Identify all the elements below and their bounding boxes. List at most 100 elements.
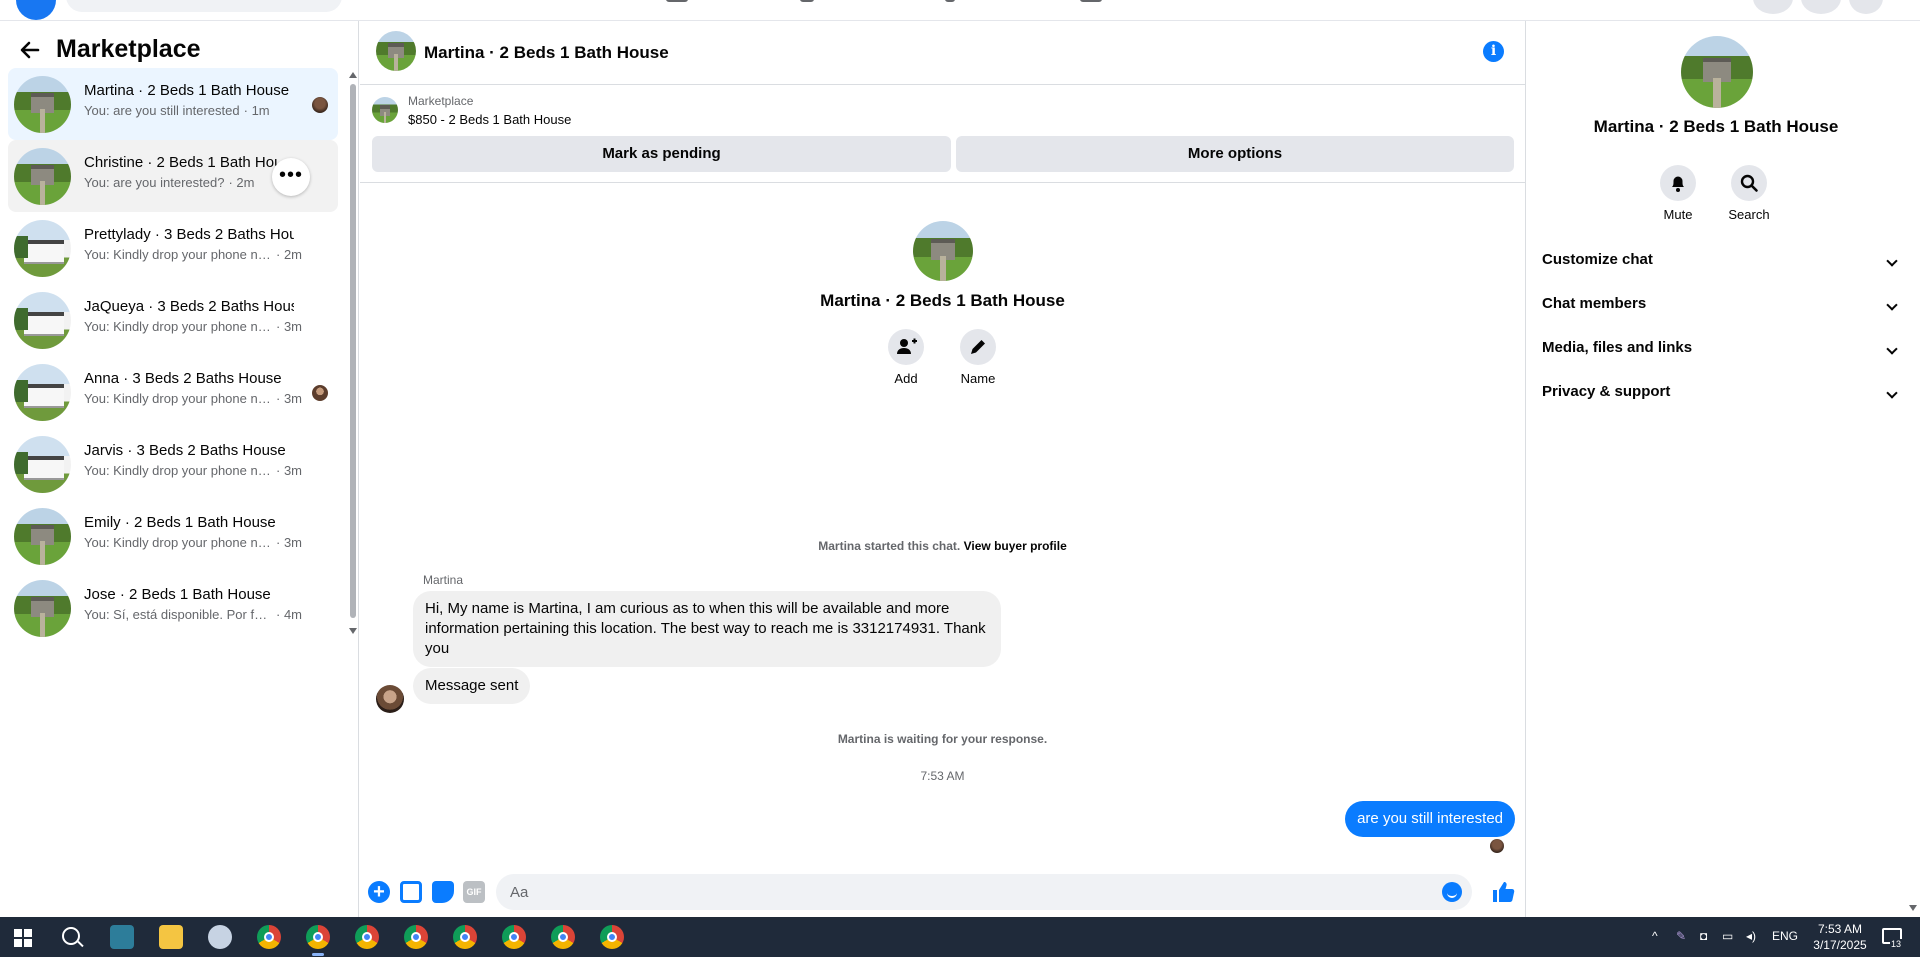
more-options-icon[interactable]: ••• xyxy=(272,158,310,196)
conversation-item[interactable]: Jarvis · 3 Beds 2 Baths House You: Kindl… xyxy=(8,428,338,500)
conversation-preview: You: Kindly drop your phone num... · 3m xyxy=(84,463,302,478)
chrome-icon[interactable] xyxy=(600,925,624,949)
outgoing-message-bubble[interactable]: are you still interested xyxy=(1345,801,1515,837)
conversation-item[interactable]: Prettylady · 3 Beds 2 Baths House You: K… xyxy=(8,212,338,284)
media-files-links-section[interactable]: Media, files and links xyxy=(1542,339,1898,369)
thumbs-up-icon[interactable] xyxy=(1490,879,1516,905)
chrome-icon[interactable] xyxy=(257,925,281,949)
scrollbar-thumb[interactable] xyxy=(350,84,356,618)
mark-as-pending-button[interactable]: Mark as pending xyxy=(372,136,951,172)
message-composer: + GIF Aa xyxy=(360,869,1525,917)
video-nav-icon[interactable] xyxy=(800,0,814,2)
conversation-preview: You: are you still interested · 1m xyxy=(84,103,270,118)
conversation-name: Emily · 2 Beds 1 Bath House xyxy=(84,514,276,531)
pencil-icon[interactable] xyxy=(960,329,996,365)
file-explorer-icon[interactable] xyxy=(159,925,183,949)
taskbar-clock[interactable]: 7:53 AM 3/17/2025 xyxy=(1800,921,1880,953)
search-action[interactable]: Search xyxy=(1714,165,1784,222)
info-icon[interactable]: i xyxy=(1483,41,1504,62)
conversation-list: Martina · 2 Beds 1 Bath House You: are y… xyxy=(8,68,338,644)
sidebar-scrollbar[interactable] xyxy=(347,70,357,638)
seen-avatar xyxy=(312,385,328,401)
conversation-name: Prettylady · 3 Beds 2 Baths House xyxy=(84,226,294,243)
name-label: Name xyxy=(960,371,996,386)
conversation-item[interactable]: Anna · 3 Beds 2 Baths House You: Kindly … xyxy=(8,356,338,428)
customize-chat-section[interactable]: Customize chat xyxy=(1542,251,1898,281)
gif-icon[interactable]: GIF xyxy=(463,881,485,903)
conversation-item[interactable]: Christine · 2 Beds 1 Bath House You: are… xyxy=(8,140,338,212)
store-icon[interactable] xyxy=(110,925,134,949)
active-window-indicator xyxy=(312,953,324,956)
taskbar-search-icon[interactable] xyxy=(62,927,80,945)
message-timestamp: 7:53 AM xyxy=(920,769,965,783)
conversation-name: Martina · 2 Beds 1 Bath House xyxy=(84,82,290,99)
conversation-preview: You: Sí, está disponible. Por favor, ...… xyxy=(84,607,302,622)
messenger-icon[interactable] xyxy=(1801,0,1841,14)
conversation-name: Jose · 2 Beds 1 Bath House xyxy=(84,586,271,603)
pen-icon[interactable]: ✎ xyxy=(1676,929,1686,943)
privacy-support-section[interactable]: Privacy & support xyxy=(1542,383,1898,413)
conversation-name: Jarvis · 3 Beds 2 Baths House xyxy=(84,442,286,459)
chat-avatar[interactable] xyxy=(376,31,416,71)
chrome-icon[interactable] xyxy=(306,925,330,949)
scroll-down-arrow-icon[interactable] xyxy=(349,628,357,634)
profile-avatar[interactable] xyxy=(1849,0,1883,14)
view-buyer-profile-link[interactable]: View buyer profile xyxy=(964,539,1067,553)
facebook-search-input[interactable] xyxy=(66,0,342,12)
chrome-icon[interactable] xyxy=(502,925,526,949)
conversation-preview: You: are you interested? · 2m xyxy=(84,175,255,190)
incoming-message-bubble[interactable]: Hi, My name is Martina, I am curious as … xyxy=(413,591,1001,667)
listing-price-title[interactable]: $850 - 2 Beds 1 Bath House xyxy=(408,112,571,127)
windows-start-icon[interactable] xyxy=(14,929,32,947)
groups-nav-icon[interactable] xyxy=(1080,0,1102,2)
sticker-icon[interactable] xyxy=(432,881,454,903)
sender-name: Martina xyxy=(423,573,464,587)
read-receipt-avatar xyxy=(1490,839,1504,853)
chrome-icon[interactable] xyxy=(404,925,428,949)
add-person-icon[interactable] xyxy=(888,329,924,365)
mute-action[interactable]: Mute xyxy=(1643,165,1713,222)
listing-thumbnail[interactable] xyxy=(372,97,398,123)
sender-avatar[interactable] xyxy=(376,685,404,713)
scroll-up-arrow-icon[interactable] xyxy=(349,72,357,78)
chrome-icon[interactable] xyxy=(551,925,575,949)
chat-title[interactable]: Martina · 2 Beds 1 Bath House xyxy=(424,43,669,63)
network-icon[interactable]: ▭ xyxy=(1722,929,1733,943)
name-action[interactable]: Name xyxy=(948,329,1008,386)
conversation-item[interactable]: JaQueya · 3 Beds 2 Baths House You: Kind… xyxy=(8,284,338,356)
scroll-down-arrow-icon[interactable] xyxy=(1909,905,1917,911)
mute-label: Mute xyxy=(1663,207,1693,222)
clock-date: 3/17/2025 xyxy=(1813,938,1867,952)
search-icon[interactable] xyxy=(1731,165,1767,201)
emoji-icon[interactable] xyxy=(1442,882,1462,902)
clock-time: 7:53 AM xyxy=(1817,922,1863,936)
bell-icon[interactable] xyxy=(1660,165,1696,201)
more-options-button[interactable]: More options xyxy=(956,136,1514,172)
camera-icon[interactable]: ◘ xyxy=(1700,929,1707,943)
chrome-icon[interactable] xyxy=(453,925,477,949)
message-input[interactable]: Aa xyxy=(496,874,1472,910)
chat-members-section[interactable]: Chat members xyxy=(1542,295,1898,325)
marketplace-nav-icon[interactable] xyxy=(945,0,955,2)
conversation-name: Christine · 2 Beds 1 Bath House xyxy=(84,154,280,171)
conversation-name: Anna · 3 Beds 2 Baths House xyxy=(84,370,282,387)
chrome-icon[interactable] xyxy=(355,925,379,949)
language-indicator[interactable]: ENG xyxy=(1772,929,1798,943)
facebook-logo-icon[interactable] xyxy=(16,0,56,20)
conversation-item[interactable]: Martina · 2 Beds 1 Bath House You: are y… xyxy=(8,68,338,140)
chevron-down-icon xyxy=(1886,299,1898,311)
conversation-preview: You: Kindly drop your phone num... · 2m xyxy=(84,247,302,262)
conversation-item[interactable]: Emily · 2 Beds 1 Bath House You: Kindly … xyxy=(8,500,338,572)
photo-icon[interactable] xyxy=(400,881,422,903)
menu-icon[interactable] xyxy=(1753,0,1793,14)
chat-panel: Martina · 2 Beds 1 Bath House i Marketpl… xyxy=(360,21,1525,917)
tray-chevron-up-icon[interactable]: ^ xyxy=(1652,929,1658,943)
plus-icon[interactable]: + xyxy=(368,881,390,903)
conversation-item[interactable]: Jose · 2 Beds 1 Bath House You: Sí, está… xyxy=(8,572,338,644)
add-member-action[interactable]: Add xyxy=(876,329,936,386)
volume-icon[interactable]: ◂) xyxy=(1746,929,1756,943)
home-nav-icon[interactable] xyxy=(666,0,688,2)
back-arrow-icon[interactable] xyxy=(18,38,48,64)
app-icon[interactable] xyxy=(208,925,232,949)
incoming-message-bubble[interactable]: Message sent xyxy=(413,668,531,704)
